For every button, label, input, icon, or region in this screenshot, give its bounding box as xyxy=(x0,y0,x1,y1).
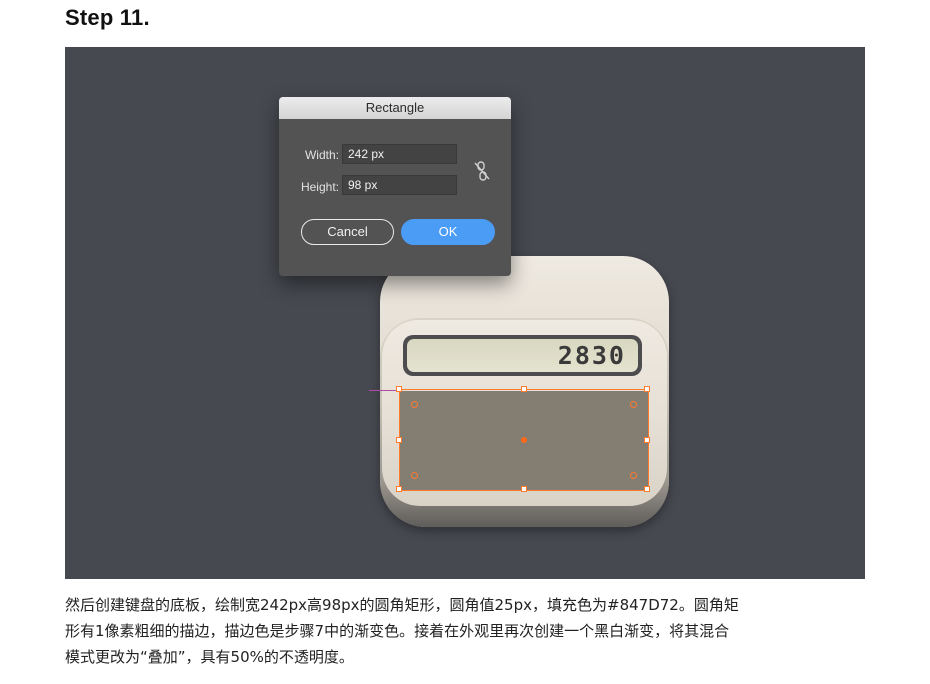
step-heading: Step 11. xyxy=(65,5,150,30)
resize-handle-bottom-left[interactable] xyxy=(396,486,402,492)
height-field[interactable]: 98 px xyxy=(342,175,457,195)
resize-handle-middle-left[interactable] xyxy=(396,437,402,443)
rectangle-dialog: Rectangle Width: 242 px Height: 98 px Ca… xyxy=(279,97,511,276)
description-line-2: 形有1像素粗细的描边，描边色是步骤7中的渐变色。接着在外观里再次创建一个黑白渐变… xyxy=(65,622,730,640)
resize-handle-top-center[interactable] xyxy=(521,386,527,392)
corner-radius-widget-top-right[interactable] xyxy=(630,401,637,408)
resize-handle-middle-right[interactable] xyxy=(644,437,650,443)
height-label: Height: xyxy=(300,180,339,194)
cancel-button[interactable]: Cancel xyxy=(301,219,394,245)
resize-handle-top-left[interactable] xyxy=(396,386,402,392)
width-field[interactable]: 242 px xyxy=(342,144,457,164)
ok-button[interactable]: OK xyxy=(401,219,495,245)
dialog-title: Rectangle xyxy=(279,97,511,119)
width-label: Width: xyxy=(304,148,339,162)
center-point xyxy=(521,437,527,443)
description-line-1: 然后创建键盘的底板，绘制宽242px高98px的圆角矩形，圆角值25px，填充色… xyxy=(65,596,739,614)
lcd-screen: 2830 xyxy=(407,339,638,372)
resize-handle-bottom-center[interactable] xyxy=(521,486,527,492)
corner-radius-widget-top-left[interactable] xyxy=(411,401,418,408)
description-text: 然后创建键盘的底板，绘制宽242px高98px的圆角矩形，圆角值25px，填充色… xyxy=(65,592,865,670)
resize-handle-bottom-right[interactable] xyxy=(644,486,650,492)
description-line-3: 模式更改为“叠加”，具有50%的不透明度。 xyxy=(65,648,354,666)
corner-radius-widget-bottom-right[interactable] xyxy=(630,472,637,479)
smart-guide-line xyxy=(369,390,399,391)
lcd-display-value: 2830 xyxy=(557,341,626,370)
resize-handle-top-right[interactable] xyxy=(644,386,650,392)
selection-bounding-box[interactable] xyxy=(396,386,650,492)
unlink-icon[interactable] xyxy=(472,159,492,183)
lcd-frame: 2830 xyxy=(403,335,642,376)
corner-radius-widget-bottom-left[interactable] xyxy=(411,472,418,479)
artboard-canvas[interactable]: 2830 Rectangle Width: 242 px Height: 98 … xyxy=(65,47,865,579)
